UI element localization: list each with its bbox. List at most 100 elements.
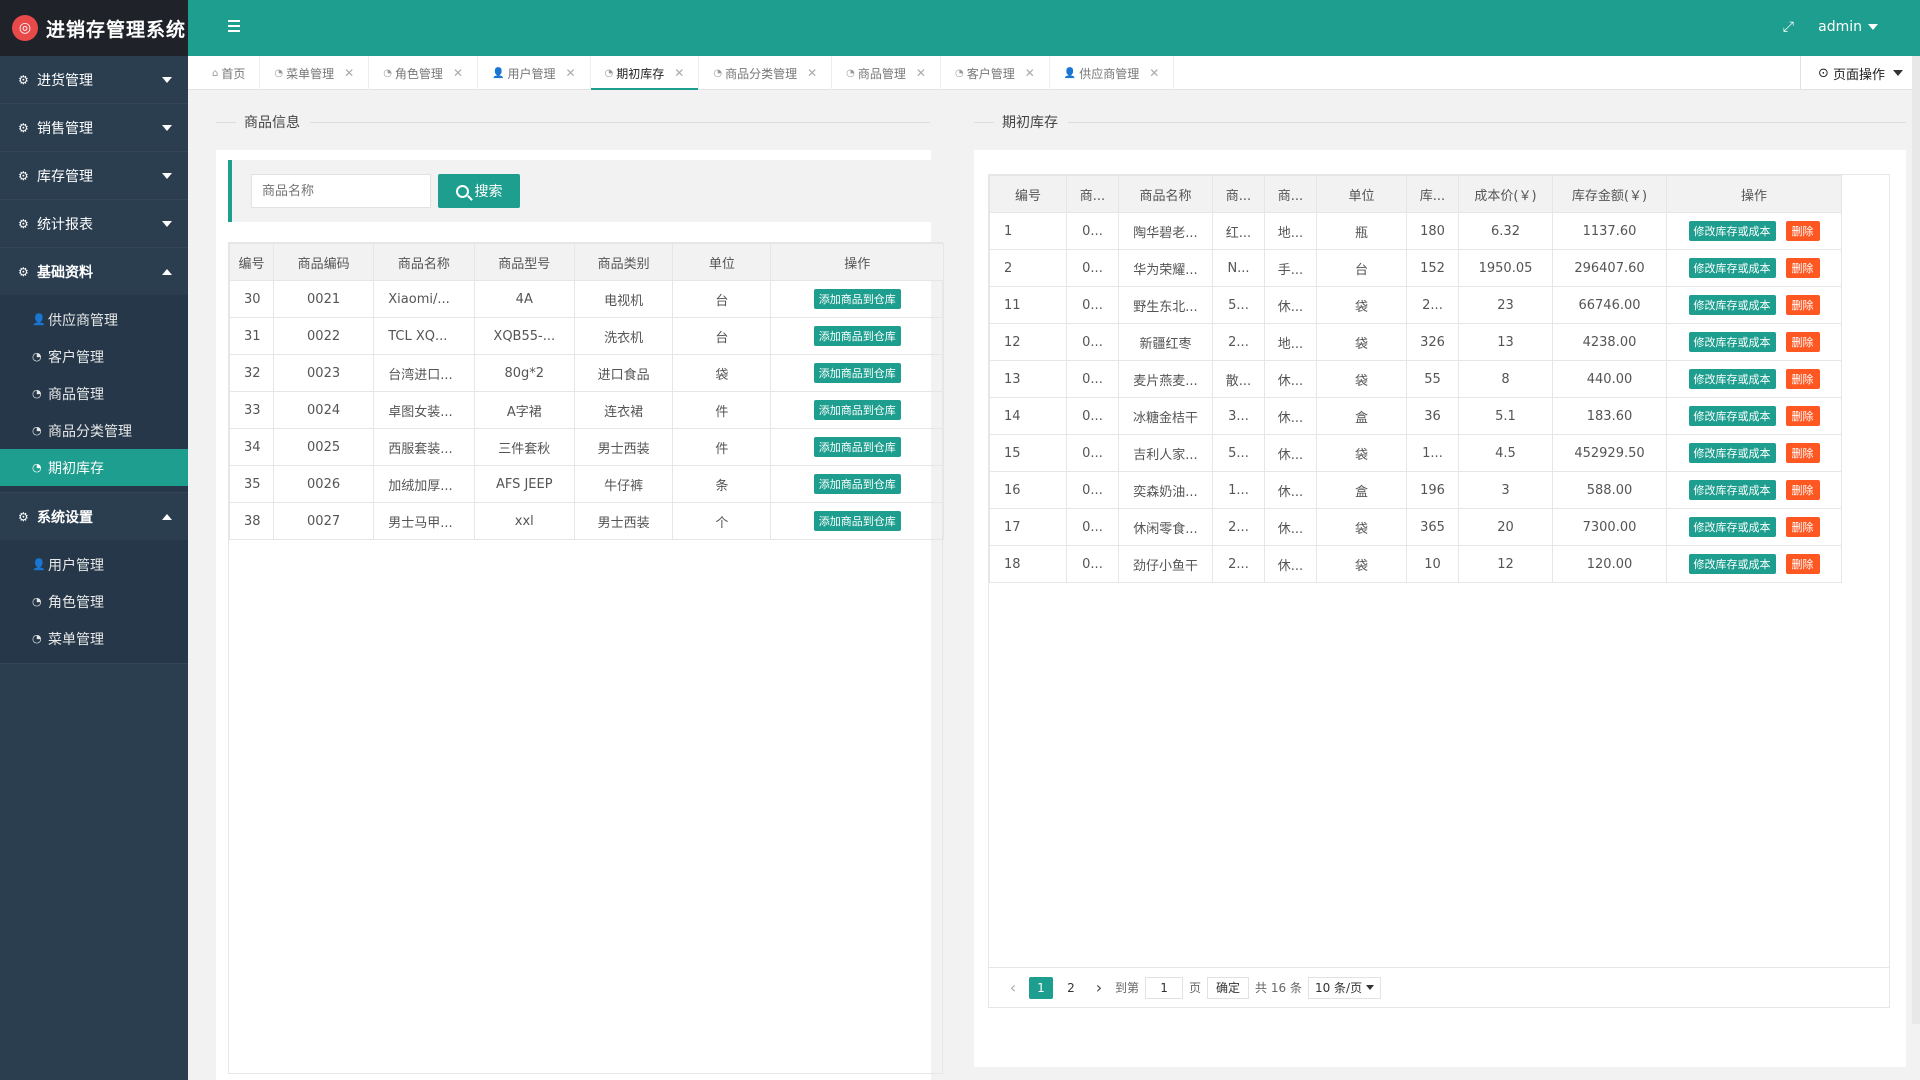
opening-stock-table-container: 编号 商... 商品名称 商... 商... 单位 库... 成本价(￥) 库存金额(￥) 操作 … [988,174,1890,1008]
edit-stock-cost-button[interactable]: 修改库存或成本 [1688,295,1776,315]
user-menu[interactable]: admin [1818,19,1878,35]
table-cell: 袋 [1316,508,1407,546]
fullscreen-icon[interactable]: ⤢ [1783,19,1794,35]
delete-button[interactable]: 删除 [1785,517,1820,537]
goods-name-search-input[interactable] [251,174,431,208]
edit-stock-cost-button[interactable]: 修改库存或成本 [1688,554,1776,574]
close-icon[interactable]: ✕ [916,66,926,80]
add-to-warehouse-button[interactable]: 添加商品到仓库 [813,363,901,383]
delete-button[interactable]: 删除 [1785,443,1820,463]
delete-button[interactable]: 删除 [1785,295,1820,315]
main-content: 商品信息 期初库存 搜索 编号商品编码商品名称商品型号商品类别单位操作 3000… [188,90,1920,1080]
tab-role-mgmt[interactable]: ◔ 角色管理 ✕ [369,56,478,90]
sidebar-item-menus[interactable]: ◔ 菜单管理 [0,620,188,657]
table-cell: 西服套装... [373,428,475,466]
tab-home[interactable]: ⌂ 首页 [198,56,261,90]
delete-button[interactable]: 删除 [1785,406,1820,426]
delete-button[interactable]: 删除 [1785,332,1820,352]
table-cell-actions: 添加商品到仓库 [770,428,944,466]
sidebar-item-goods[interactable]: ◔ 商品管理 [0,375,188,412]
page-number-2[interactable]: 2 [1059,977,1083,999]
add-to-warehouse-button[interactable]: 添加商品到仓库 [813,326,901,346]
menu-head-basic-data[interactable]: ⚙ 基础资料 [0,248,188,295]
edit-stock-cost-button[interactable]: 修改库存或成本 [1688,221,1776,241]
table-cell: 14 [989,397,1067,435]
delete-button[interactable]: 删除 [1785,221,1820,241]
table-cell: 加绒加厚... [373,465,475,503]
delete-button[interactable]: 删除 [1785,480,1820,500]
table-cell: 296407.60 [1552,249,1667,287]
page-scrollbar[interactable] [1912,56,1920,1024]
close-icon[interactable]: ✕ [1025,66,1035,80]
edit-stock-cost-button[interactable]: 修改库存或成本 [1688,258,1776,278]
menu-group-inventory: ⚙ 库存管理 [0,152,188,200]
tab-opening-stock[interactable]: ◔ 期初库存 ✕ [590,56,700,90]
tab-menu-mgmt[interactable]: ◔ 菜单管理 ✕ [260,56,370,90]
table-cell: 80g*2 [473,354,575,392]
edit-stock-cost-button[interactable]: 修改库存或成本 [1688,480,1776,500]
menu-head-inventory[interactable]: ⚙ 库存管理 [0,152,188,199]
sidebar-item-goods-category[interactable]: ◔ 商品分类管理 [0,412,188,449]
edit-stock-cost-button[interactable]: 修改库存或成本 [1688,332,1776,352]
add-to-warehouse-button[interactable]: 添加商品到仓库 [813,289,901,309]
add-to-warehouse-button[interactable]: 添加商品到仓库 [813,400,901,420]
column-header: 编号 [229,243,274,281]
opening-stock-panel: 编号 商... 商品名称 商... 商... 单位 库... 成本价(￥) 库存金额(￥) 操作 … [974,150,1906,1067]
column-header: 操作 [770,243,944,281]
table-cell: 2... [1212,508,1265,546]
prev-page-icon[interactable]: ‹ [1003,977,1023,999]
menu-head-sales[interactable]: ⚙ 销售管理 [0,104,188,151]
caret-down-icon [162,125,172,131]
sidebar-item-opening-stock[interactable]: ◔ 期初库存 [0,449,188,486]
add-to-warehouse-button[interactable]: 添加商品到仓库 [813,437,901,457]
caret-up-icon [162,269,172,275]
tab-goods-category[interactable]: ◔ 商品分类管理 ✕ [699,56,833,90]
close-icon[interactable]: ✕ [453,66,463,80]
table-cell: AFS JEEP [473,465,575,503]
sidebar-item-supplier[interactable]: 👤 供应商管理 [0,301,188,338]
page-operations-button[interactable]: ⊙ 页面操作 [1800,56,1920,90]
table-cell: 1... [1212,471,1265,509]
column-header: 单位 [1316,175,1407,213]
per-page-select[interactable]: 10 条/页 [1307,976,1382,999]
menu-head-reports[interactable]: ⚙ 统计报表 [0,200,188,247]
menu-head-system[interactable]: ⚙ 系统设置 [0,493,188,540]
close-icon[interactable]: ✕ [674,66,684,80]
sidebar-item-customer[interactable]: ◔ 客户管理 [0,338,188,375]
tab-goods-mgmt[interactable]: ◔ 商品管理 ✕ [832,56,941,90]
next-page-icon[interactable]: › [1089,977,1109,999]
close-icon[interactable]: ✕ [344,66,354,80]
tab-user-mgmt[interactable]: 👤 用户管理 ✕ [478,56,591,90]
menu-head-purchase[interactable]: ⚙ 进货管理 [0,56,188,103]
tab-supplier-mgmt[interactable]: 👤 供应商管理 ✕ [1050,56,1175,90]
sidebar-item-users[interactable]: 👤 用户管理 [0,546,188,583]
add-to-warehouse-button[interactable]: 添加商品到仓库 [813,474,901,494]
delete-button[interactable]: 删除 [1785,369,1820,389]
edit-stock-cost-button[interactable]: 修改库存或成本 [1688,369,1776,389]
sidebar-item-roles[interactable]: ◔ 角色管理 [0,583,188,620]
column-header: 成本价(￥) [1458,175,1553,213]
delete-button[interactable]: 删除 [1785,258,1820,278]
menu-toggle-icon[interactable] [228,20,240,32]
table-cell: 麦片燕麦... [1118,360,1213,398]
close-icon[interactable]: ✕ [565,66,575,80]
table-row: 34 0025 西服套装... 三件套秋 男士西装件 添加商品到仓库 [229,428,944,466]
add-to-warehouse-button[interactable]: 添加商品到仓库 [813,511,901,531]
delete-button[interactable]: 删除 [1785,554,1820,574]
table-cell: 2... [1212,323,1265,361]
goto-page-input[interactable] [1145,976,1184,999]
table-cell: 17 [989,508,1067,546]
tab-customer-mgmt[interactable]: ◔ 客户管理 ✕ [941,56,1050,90]
caret-down-icon [1892,70,1903,76]
edit-stock-cost-button[interactable]: 修改库存或成本 [1688,406,1776,426]
close-icon[interactable]: ✕ [1149,66,1159,80]
table-cell: 20 [1458,508,1553,546]
table-cell: 4238.00 [1552,323,1667,361]
table-cell: 袋 [1316,545,1407,583]
search-button[interactable]: 搜索 [438,174,520,208]
edit-stock-cost-button[interactable]: 修改库存或成本 [1688,443,1776,463]
page-number-1[interactable]: 1 [1029,976,1053,999]
close-icon[interactable]: ✕ [807,66,817,80]
edit-stock-cost-button[interactable]: 修改库存或成本 [1688,517,1776,537]
goto-confirm-button[interactable]: 确定 [1207,976,1250,999]
